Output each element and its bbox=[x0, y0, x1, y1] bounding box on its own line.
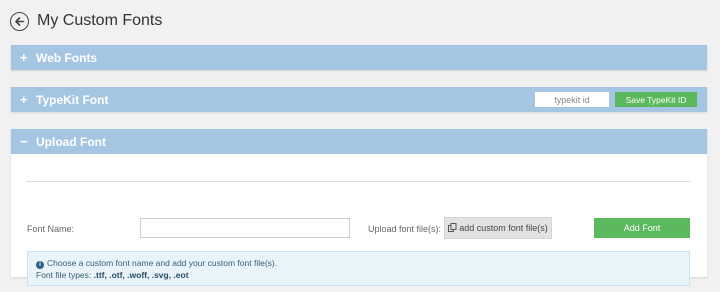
file-types-line: Font file types: .ttf, .otf, .woff, .svg… bbox=[36, 269, 681, 281]
plus-icon: + bbox=[20, 50, 28, 65]
page-title: My Custom Fonts bbox=[37, 12, 163, 29]
upload-font-panel: − Upload Font Font Name: Upload font fil… bbox=[11, 129, 707, 286]
upload-font-panel-header[interactable]: − Upload Font bbox=[11, 129, 707, 154]
copy-files-icon bbox=[448, 222, 457, 234]
save-typekit-button[interactable]: Save TypeKit ID bbox=[615, 92, 697, 107]
file-types-list: .ttf, .otf, .woff, .svg, .eot bbox=[93, 270, 189, 280]
info-icon: i bbox=[36, 261, 44, 269]
add-font-button[interactable]: Add Font bbox=[594, 218, 690, 238]
typekit-id-input[interactable] bbox=[535, 92, 609, 107]
add-font-files-label: add custom font file(s) bbox=[459, 223, 548, 233]
page-header: My Custom Fonts bbox=[10, 10, 162, 32]
divider bbox=[26, 181, 691, 182]
upload-files-label: Upload font file(s): bbox=[368, 224, 442, 234]
web-fonts-panel-header[interactable]: + Web Fonts bbox=[11, 45, 707, 70]
typekit-panel: + TypeKit Font Save TypeKit ID bbox=[11, 87, 707, 112]
back-arrow-icon[interactable] bbox=[10, 11, 29, 31]
info-line: i Choose a custom font name and add your … bbox=[36, 257, 681, 269]
file-types-prefix: Font file types: bbox=[36, 270, 94, 280]
plus-icon: + bbox=[20, 92, 28, 107]
web-fonts-panel: + Web Fonts bbox=[11, 45, 707, 70]
upload-font-title: Upload Font bbox=[36, 134, 106, 149]
upload-font-body: Font Name: Upload font file(s): add cust… bbox=[11, 154, 707, 286]
add-font-files-button[interactable]: add custom font file(s) bbox=[444, 217, 552, 239]
typekit-title: TypeKit Font bbox=[36, 92, 109, 107]
font-name-input[interactable] bbox=[140, 218, 350, 238]
typekit-panel-header[interactable]: + TypeKit Font Save TypeKit ID bbox=[11, 87, 707, 112]
info-message: i Choose a custom font name and add your … bbox=[27, 251, 690, 286]
font-name-label: Font Name: bbox=[27, 224, 75, 234]
info-text: Choose a custom font name and add your c… bbox=[47, 258, 278, 268]
web-fonts-title: Web Fonts bbox=[36, 50, 98, 65]
minus-icon: − bbox=[20, 134, 28, 149]
